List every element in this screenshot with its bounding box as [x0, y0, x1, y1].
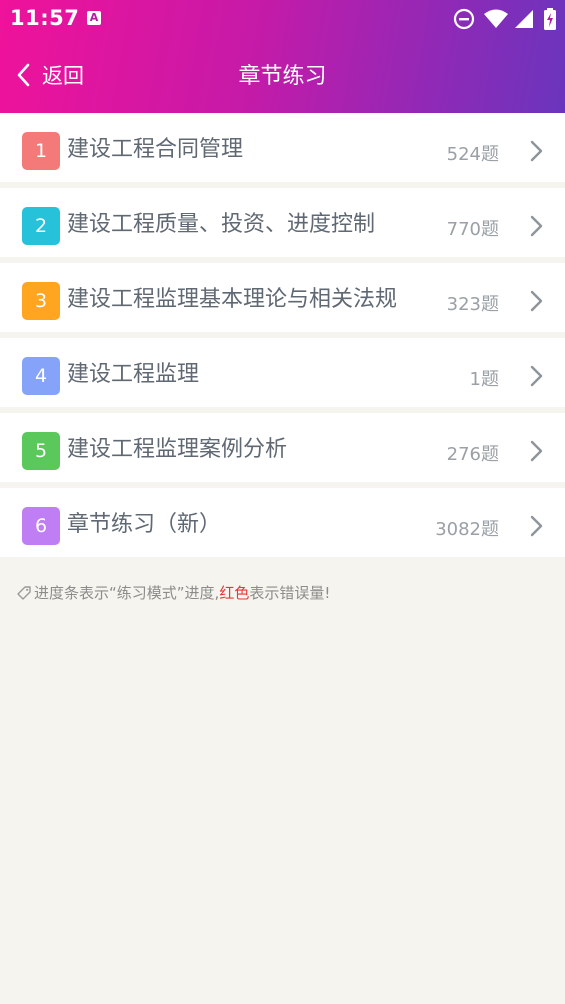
tag-icon — [17, 585, 31, 600]
dnd-icon — [453, 8, 475, 30]
chapter-row-5[interactable]: 5 建设工程监理案例分析 276题 — [0, 413, 565, 482]
chapter-count: 323题 — [446, 294, 499, 315]
chapter-count: 524题 — [446, 144, 499, 165]
tip-text-red: 红色 — [219, 584, 250, 602]
chapter-row-4[interactable]: 4 建设工程监理 1题 — [0, 338, 565, 407]
page-title: 章节练习 — [238, 64, 327, 89]
chapter-count: 1题 — [469, 369, 499, 390]
status-time: 11:57 — [10, 6, 80, 30]
chapter-count: 3082题 — [435, 519, 499, 540]
chapter-title: 建设工程监理基本理论与相关法规 — [67, 287, 398, 312]
chapter-title: 建设工程质量、投资、进度控制 — [67, 212, 376, 237]
a-notification-icon: A — [87, 11, 101, 25]
signal-icon — [515, 10, 533, 28]
chapter-title: 建设工程监理 — [67, 362, 200, 387]
nav-bar: 返回 章节练习 — [0, 38, 565, 113]
chapter-title: 章节练习（新） — [67, 512, 222, 537]
progress-tip: 进度条表示“练习模式”进度, 红色 表示错误量! — [16, 582, 330, 603]
chevron-right-icon — [530, 215, 543, 237]
chapter-row-1[interactable]: 1 建设工程合同管理 524题 — [0, 113, 565, 182]
chevron-right-icon — [530, 440, 543, 462]
battery-icon — [544, 8, 556, 30]
chapter-row-3[interactable]: 3 建设工程监理基本理论与相关法规 323题 — [0, 263, 565, 332]
tip-text-part1: 进度条表示“练习模式”进度, — [34, 584, 220, 602]
chevron-right-icon — [530, 290, 543, 312]
chapter-index-badge: 2 — [22, 207, 60, 245]
chapter-count: 770题 — [446, 219, 499, 240]
chevron-right-icon — [530, 515, 543, 537]
app-header: 11:57 A 返回 章节练习 — [0, 0, 565, 113]
chapter-row-6[interactable]: 6 章节练习（新） 3082题 — [0, 488, 565, 557]
chevron-right-icon — [530, 140, 543, 162]
chapter-row-2[interactable]: 2 建设工程质量、投资、进度控制 770题 — [0, 188, 565, 257]
chevron-right-icon — [530, 365, 543, 387]
chapter-title: 建设工程合同管理 — [67, 137, 244, 162]
chapter-title: 建设工程监理案例分析 — [67, 437, 288, 462]
status-bar: 11:57 A — [0, 0, 565, 38]
chapter-index-badge: 1 — [22, 132, 60, 170]
chapter-index-badge: 5 — [22, 432, 60, 470]
tip-text-part2: 表示错误量! — [249, 584, 331, 602]
wifi-icon — [484, 9, 508, 28]
chapter-index-badge: 3 — [22, 282, 60, 320]
chapter-index-badge: 4 — [22, 357, 60, 395]
chapter-count: 276题 — [446, 444, 499, 465]
chapter-list: 1 建设工程合同管理 524题 2 建设工程质量、投资、进度控制 770题 3 … — [0, 113, 565, 563]
chapter-index-badge: 6 — [22, 507, 60, 545]
